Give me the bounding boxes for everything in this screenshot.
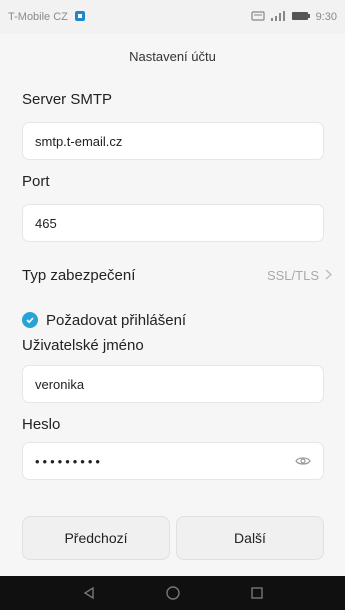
username-field[interactable]: veronika <box>22 365 324 403</box>
back-icon[interactable] <box>79 583 99 603</box>
security-value-group: SSL/TLS <box>267 268 332 283</box>
status-right: 9:30 <box>250 10 337 25</box>
status-bar: T-Mobile CZ 9:30 <box>0 0 345 34</box>
eye-icon[interactable] <box>295 453 311 469</box>
notification-icon <box>250 10 265 25</box>
battery-icon <box>291 10 311 25</box>
security-label: Typ zabezpečení <box>22 266 136 284</box>
password-field[interactable]: ••••••••• <box>22 442 324 480</box>
smtp-value: smtp.t-email.cz <box>35 133 123 149</box>
clock: 9:30 <box>315 11 337 23</box>
username-value: veronika <box>35 376 85 392</box>
security-row[interactable]: Typ zabezpečení SSL/TLS <box>22 263 332 287</box>
sim-icon <box>74 10 86 25</box>
carrier-name: T-Mobile CZ <box>8 11 68 23</box>
checkbox-checked-icon <box>22 312 38 328</box>
smtp-label: Server SMTP <box>22 91 113 108</box>
signal-icon <box>270 10 286 25</box>
page-title: Nastavení účtu <box>0 34 345 78</box>
port-label: Port <box>22 173 50 190</box>
home-icon[interactable] <box>163 583 183 603</box>
require-login-checkbox[interactable]: Požadovat přihlášení <box>22 308 186 332</box>
carrier-group: T-Mobile CZ <box>8 10 86 25</box>
security-value: SSL/TLS <box>266 267 319 283</box>
password-value: ••••••••• <box>35 453 103 469</box>
smtp-field[interactable]: smtp.t-email.cz <box>22 122 324 160</box>
next-button[interactable]: Další <box>176 516 324 560</box>
chevron-right-icon <box>325 268 332 283</box>
password-label: Heslo <box>22 416 61 433</box>
previous-button[interactable]: Předchozí <box>22 516 170 560</box>
port-value: 465 <box>35 215 57 231</box>
navigation-bar <box>0 576 345 610</box>
port-field[interactable]: 465 <box>22 204 324 242</box>
require-login-label: Požadovat přihlášení <box>46 311 187 329</box>
username-label: Uživatelské jméno <box>22 337 144 354</box>
recents-icon[interactable] <box>247 583 267 603</box>
